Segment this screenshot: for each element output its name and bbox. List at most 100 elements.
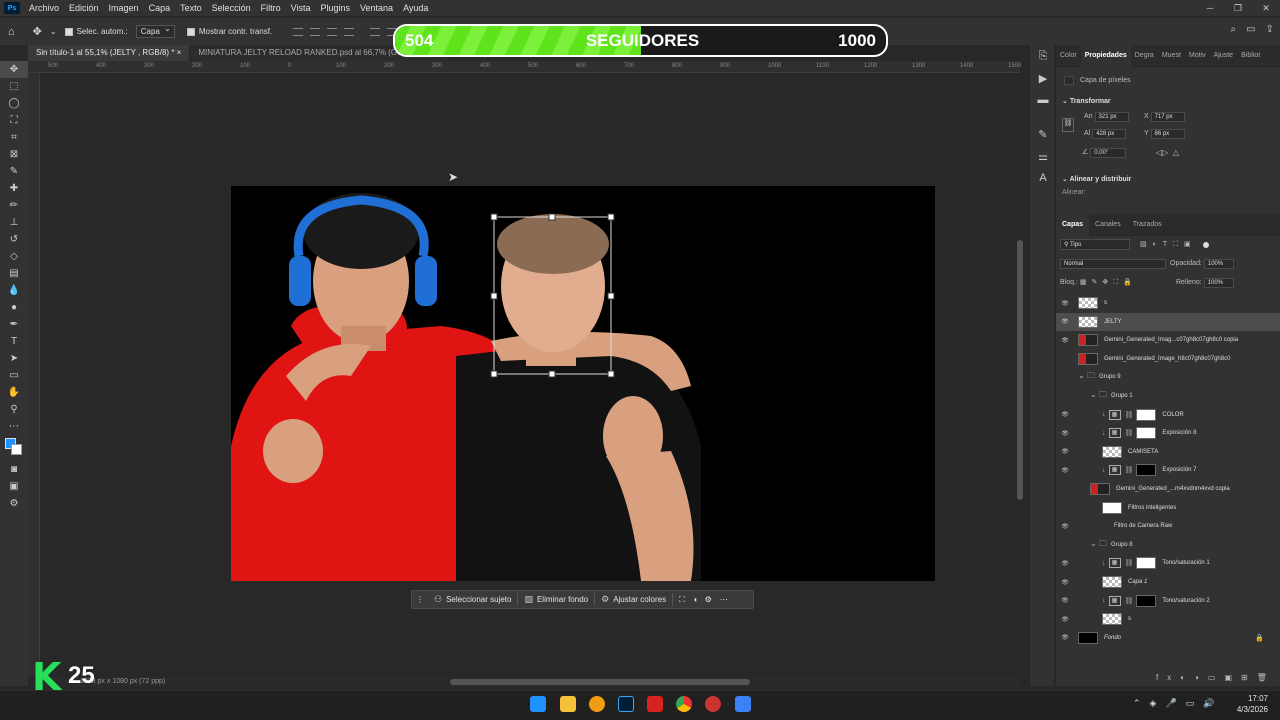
visibility-eye-icon[interactable]: 👁 [1056, 579, 1074, 586]
layer-row[interactable]: 👁 s [1056, 610, 1280, 628]
mask-link-icon[interactable]: ⛓ [1125, 429, 1134, 437]
crop-tool-icon[interactable]: ⌗ [0, 129, 28, 146]
transform-section[interactable]: ⌄ Transformar [1062, 97, 1111, 105]
menu-item[interactable]: Ventana [355, 0, 398, 16]
tab-document-1[interactable]: Sin título-1 al 55,1% (JELTY , RGB/8) * … [28, 45, 190, 61]
align-center-icon[interactable] [310, 27, 321, 36]
layer-row[interactable]: Gemini_Generated_Image_h8c07gh8c07gh8c0 [1056, 350, 1280, 368]
taskbar-clock[interactable]: 17:07 4/3/2026 [1237, 693, 1268, 715]
visibility-eye-icon[interactable]: 👁 [1056, 616, 1074, 623]
history-brush-icon[interactable]: ↺ [0, 231, 28, 248]
wps-office-icon[interactable] [647, 696, 663, 712]
align-right-icon[interactable] [327, 27, 338, 36]
menu-item[interactable]: Ayuda [398, 0, 433, 16]
layer-row[interactable]: Filtros inteligentes [1056, 499, 1280, 517]
tab-close-icon[interactable]: × [177, 48, 182, 57]
layer-row[interactable]: Gemini_Generated_...m4xvdnm4xvd copia [1056, 480, 1280, 498]
tab-motiv[interactable]: Motiv [1185, 45, 1210, 67]
hand-tool-icon[interactable]: ✋ [0, 384, 28, 401]
opacity-field[interactable]: 100% [1203, 259, 1234, 269]
visibility-eye-icon[interactable]: 👁 [1056, 430, 1074, 437]
x-field[interactable]: 717 px [1150, 112, 1185, 122]
close-icon[interactable]: ✕ [1252, 0, 1280, 16]
layers-footer-icons[interactable]: fx◐◑▭▣⊞🗑 [1156, 673, 1276, 682]
menu-item[interactable]: Imagen [104, 0, 144, 16]
photoshop-taskbar-icon[interactable] [618, 696, 634, 712]
lasso-tool-icon[interactable]: ◯ [0, 95, 28, 112]
align-section[interactable]: ⌄ Alinear y distribuir [1062, 175, 1131, 183]
mask-link-icon[interactable]: ⛓ [1125, 597, 1134, 605]
screen-mode-icon[interactable]: ▣ [0, 478, 28, 495]
settings-icon[interactable]: ⚙ [702, 595, 715, 604]
blur-tool-icon[interactable]: 💧 [0, 282, 28, 299]
stamp-tool-icon[interactable]: ⊥ [0, 214, 28, 231]
frame-tool-icon[interactable]: ⊠ [0, 146, 28, 163]
menu-item[interactable]: Capa [144, 0, 176, 16]
layer-row[interactable]: 👁 CAMISETA [1056, 443, 1280, 461]
visibility-eye-icon[interactable]: 👁 [1056, 597, 1074, 604]
transform-icon[interactable]: ⛶ [673, 595, 691, 605]
more-tools-icon[interactable]: ⋯ [0, 418, 28, 435]
history-icon[interactable]: ⎘ [1030, 45, 1056, 67]
move-tool-icon[interactable]: ✥ [33, 25, 42, 38]
flip-vertical-icon[interactable]: △ [1173, 148, 1179, 157]
brush-settings-icon[interactable]: ✎ [1030, 123, 1056, 145]
tab-propiedades[interactable]: Propiedades [1080, 44, 1131, 67]
remove-background-button[interactable]: ▨ Eliminar fondo [518, 594, 594, 605]
layer-row[interactable]: ⌄ 🗀 Grupo 8 [1056, 536, 1280, 554]
visibility-eye-icon[interactable]: 👁 [1056, 448, 1074, 455]
layer-row[interactable]: 👁 Filtro de Camera Raw [1056, 517, 1280, 535]
tab-canales[interactable]: Canales [1089, 214, 1127, 236]
visibility-eye-icon[interactable]: 👁 [1056, 337, 1074, 344]
layer-row[interactable]: ⌄ 🗀 Grupo 1 [1056, 387, 1280, 405]
more-options-icon[interactable]: ⋯ [715, 595, 733, 604]
height-field[interactable]: 428 px [1092, 129, 1127, 139]
tab-degra[interactable]: Degra [1131, 45, 1158, 67]
blender-icon[interactable] [589, 696, 605, 712]
app-icon[interactable] [705, 696, 721, 712]
filter-type-icons[interactable]: ▨◐T⛶▣ [1140, 240, 1197, 249]
align-left-icon[interactable] [293, 27, 304, 36]
vertical-scrollbar[interactable] [1017, 240, 1023, 500]
width-field[interactable]: 321 px [1094, 112, 1129, 122]
layer-row[interactable]: 👁 Gemini_Generated_Imag...c07gh8c07gh8c0 … [1056, 331, 1280, 349]
healing-brush-icon[interactable]: ✚ [0, 180, 28, 197]
fill-field[interactable]: 100% [1203, 278, 1234, 288]
drag-handle-icon[interactable]: ⋮ [412, 595, 428, 604]
menu-item[interactable]: Selección [207, 0, 256, 16]
folder-icon[interactable]: ⌄ 🗀 [1090, 389, 1107, 403]
play-icon[interactable]: ▶ [1030, 67, 1056, 89]
folder-icon[interactable]: ⌄ 🗀 [1078, 370, 1095, 384]
menu-item[interactable]: Archivo [24, 0, 64, 16]
minimize-icon[interactable]: ─ [1196, 0, 1224, 16]
horizontal-scrollbar[interactable] [450, 679, 750, 685]
color-swatches-icon[interactable] [0, 435, 28, 461]
move-tool-icon[interactable]: ✥ [0, 61, 28, 78]
filter-toggle-icon[interactable] [1202, 241, 1209, 248]
workspace-icon[interactable]: ▭ [1246, 24, 1255, 35]
link-dimensions-icon[interactable]: ⛓ [1062, 118, 1074, 132]
lock-icons[interactable]: ▦✎✥⛶🔒 [1080, 279, 1137, 286]
tab-color[interactable]: Color [1056, 45, 1081, 67]
layer-row[interactable]: 👁 JELTY [1056, 312, 1280, 331]
layer-row[interactable]: ⌄ 🗀 Grupo 9 [1056, 368, 1280, 386]
mask-link-icon[interactable]: ⛓ [1125, 466, 1134, 474]
rectangle-tool-icon[interactable]: ▭ [0, 367, 28, 384]
comments-icon[interactable]: ▬ [1030, 89, 1056, 111]
flip-horizontal-icon[interactable]: ◁▷ [1156, 148, 1168, 157]
document-canvas[interactable] [231, 186, 935, 581]
blend-mode-dropdown[interactable]: Normal [1060, 259, 1166, 269]
home-icon[interactable]: ⌂ [8, 26, 15, 38]
notepad-icon[interactable] [735, 696, 751, 712]
show-transform-checkbox[interactable]: Mostrar contr. transf. [186, 27, 272, 36]
photoshop-logo-icon[interactable]: Ps [4, 2, 20, 14]
layer-filter-dropdown[interactable]: ⚲ Tipo [1060, 239, 1130, 250]
layer-row[interactable]: 👁 ↓ ▦ ⛓ Exposición 7 [1056, 461, 1280, 479]
dodge-tool-icon[interactable]: ● [0, 299, 28, 316]
path-select-icon[interactable]: ➤ [0, 350, 28, 367]
layer-row[interactable]: 👁 s [1056, 294, 1280, 312]
gradient-tool-icon[interactable]: ▤ [0, 265, 28, 282]
layer-row[interactable]: 👁 ↓ ▦ ⛓ Tono/saturación 2 [1056, 592, 1280, 610]
visibility-eye-icon[interactable]: 👁 [1056, 411, 1074, 418]
layer-row[interactable]: 👁 ↓ ▦ ⛓ Tono/saturación 1 [1056, 554, 1280, 572]
